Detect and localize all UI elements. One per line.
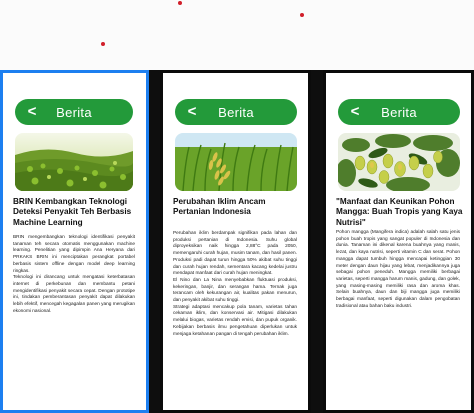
mango-tree-image [338, 133, 460, 191]
phone-frame-news-mango[interactable]: < Berita "Manfaat dan Keunikan Pohon Man… [323, 70, 474, 413]
back-icon[interactable]: < [181, 99, 203, 125]
header-title: Berita [56, 104, 92, 120]
phone-frame-news-climate[interactable]: < Berita Perubahan Iklim Ancam Pertanian… [160, 70, 311, 413]
tea-plantation-image [15, 133, 133, 191]
back-icon[interactable]: < [344, 99, 366, 125]
article-paragraph: Pohon mangga (Mangifera indica) adalah s… [336, 230, 460, 309]
article-paragraph: BRIN mengembangkan teknologi identifikas… [13, 235, 135, 274]
red-marker-dot [101, 42, 105, 46]
news-detail-screen: < Berita [163, 73, 308, 410]
phone-frame-news-tea[interactable]: < Berita BRIN Kembangkan Teknologi Detek… [0, 70, 149, 413]
article-paragraph: Teknologi ini dirancang untuk mengatasi … [13, 275, 135, 314]
header-title: Berita [218, 104, 254, 120]
article-title: "Manfaat dan Keunikan Pohon Mangga: Buah… [336, 197, 463, 227]
red-marker-dot [178, 1, 182, 5]
article-paragraph: Perubahan iklim berdampak signifikan pad… [173, 231, 297, 277]
article-body: Pohon mangga (Mangifera indica) adalah s… [336, 230, 460, 310]
news-detail-screen: < Berita [3, 73, 146, 410]
article-body: BRIN mengembangkan teknologi identifikas… [13, 235, 135, 315]
article-paragraph: El Nino dan La Nina menyebabkan fluktuas… [173, 277, 297, 304]
article-paragraph: Strategi adaptasi mencakup pola tanam, v… [173, 304, 297, 337]
article-body: Perubahan iklim berdampak signifikan pad… [173, 231, 297, 338]
news-detail-screen: < Berita [326, 73, 471, 410]
rice-field-image [175, 133, 297, 191]
header-title: Berita [381, 104, 417, 120]
article-title: Perubahan Iklim Ancam Pertanian Indonesi… [173, 197, 266, 217]
back-icon[interactable]: < [21, 99, 43, 125]
canvas-top-area [0, 0, 474, 70]
red-marker-dot [300, 13, 304, 17]
app-header: < Berita [15, 99, 133, 125]
app-header: < Berita [338, 99, 460, 125]
article-title: BRIN Kembangkan Teknologi Deteksi Penyak… [13, 197, 132, 227]
app-header: < Berita [175, 99, 297, 125]
